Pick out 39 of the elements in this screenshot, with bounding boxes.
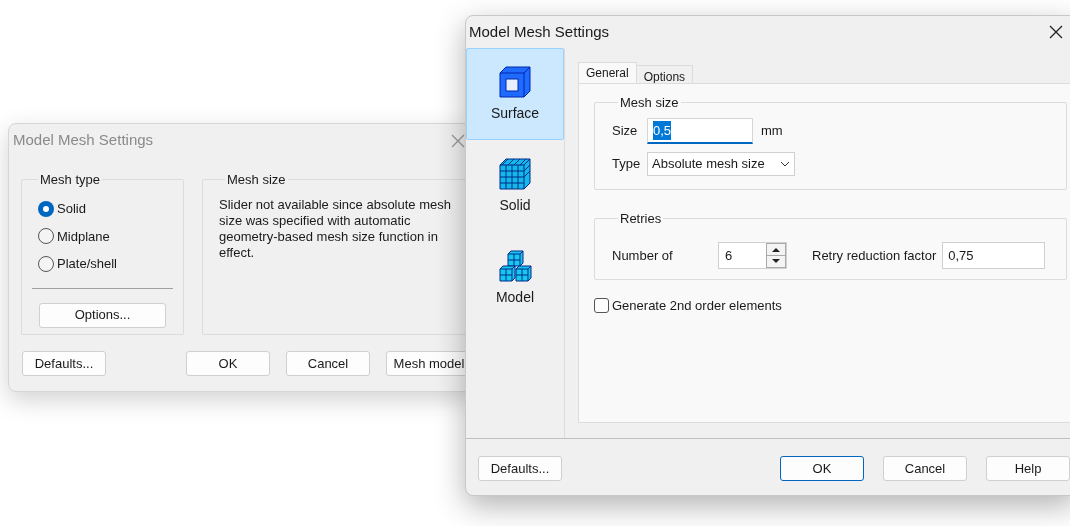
group-label: Mesh size	[620, 95, 679, 110]
dialog-button[interactable]: Help	[986, 456, 1070, 481]
dialog-button[interactable]: Defaults...	[22, 351, 106, 376]
hollow-cube-icon	[498, 64, 532, 99]
group-label: Mesh size	[227, 172, 286, 187]
radio-option[interactable]: Plate/shell	[38, 254, 117, 274]
factor-field[interactable]: 0,75	[942, 242, 1046, 269]
type-dropdown[interactable]: Absolute mesh size	[647, 152, 795, 176]
group-label: Mesh type	[40, 172, 100, 187]
radio-option[interactable]: Midplane	[38, 226, 110, 246]
tab[interactable]: Options	[636, 65, 694, 83]
dialog-button[interactable]: OK	[780, 456, 864, 481]
info-message: Slider not available since absolute mesh size was specified with automatic geometry-based mesh size function in effect.	[219, 197, 452, 261]
unit-label: mm	[761, 122, 783, 141]
window-title: Model Mesh Settings	[13, 130, 154, 151]
field-label: Type	[612, 155, 642, 174]
field-label: Size	[612, 122, 639, 141]
group-label: Retries	[620, 211, 662, 226]
dialog-button[interactable]: Options...	[39, 302, 166, 328]
stacked-cubes-icon	[498, 248, 532, 283]
dialog-button[interactable]: OK	[186, 351, 270, 376]
tab[interactable]: General	[578, 62, 637, 83]
dialog-button[interactable]: Defaults...	[478, 456, 562, 481]
close-icon[interactable]	[1049, 25, 1063, 39]
sidebar-item[interactable]: Solid	[466, 140, 564, 232]
field-label: Retry reduction factor	[812, 246, 937, 265]
spinner-arrows-icon[interactable]	[766, 243, 786, 268]
number-spinner[interactable]: 6	[718, 242, 787, 269]
window-title: Model Mesh Settings	[469, 21, 610, 42]
radio-option[interactable]: Solid	[38, 199, 86, 219]
chevron-down-icon	[780, 161, 790, 167]
checkbox-option[interactable]: Generate 2nd order elements	[594, 296, 782, 316]
dialog-button[interactable]: Cancel	[883, 456, 967, 481]
dialog-button[interactable]: Cancel	[286, 351, 370, 376]
field-label: Number of	[612, 246, 674, 265]
sidebar-item[interactable]: Model	[466, 232, 564, 324]
grid-cube-icon	[498, 156, 532, 191]
size-field[interactable]: 0,5	[647, 118, 753, 144]
sidebar-item[interactable]: Surface	[466, 48, 564, 140]
